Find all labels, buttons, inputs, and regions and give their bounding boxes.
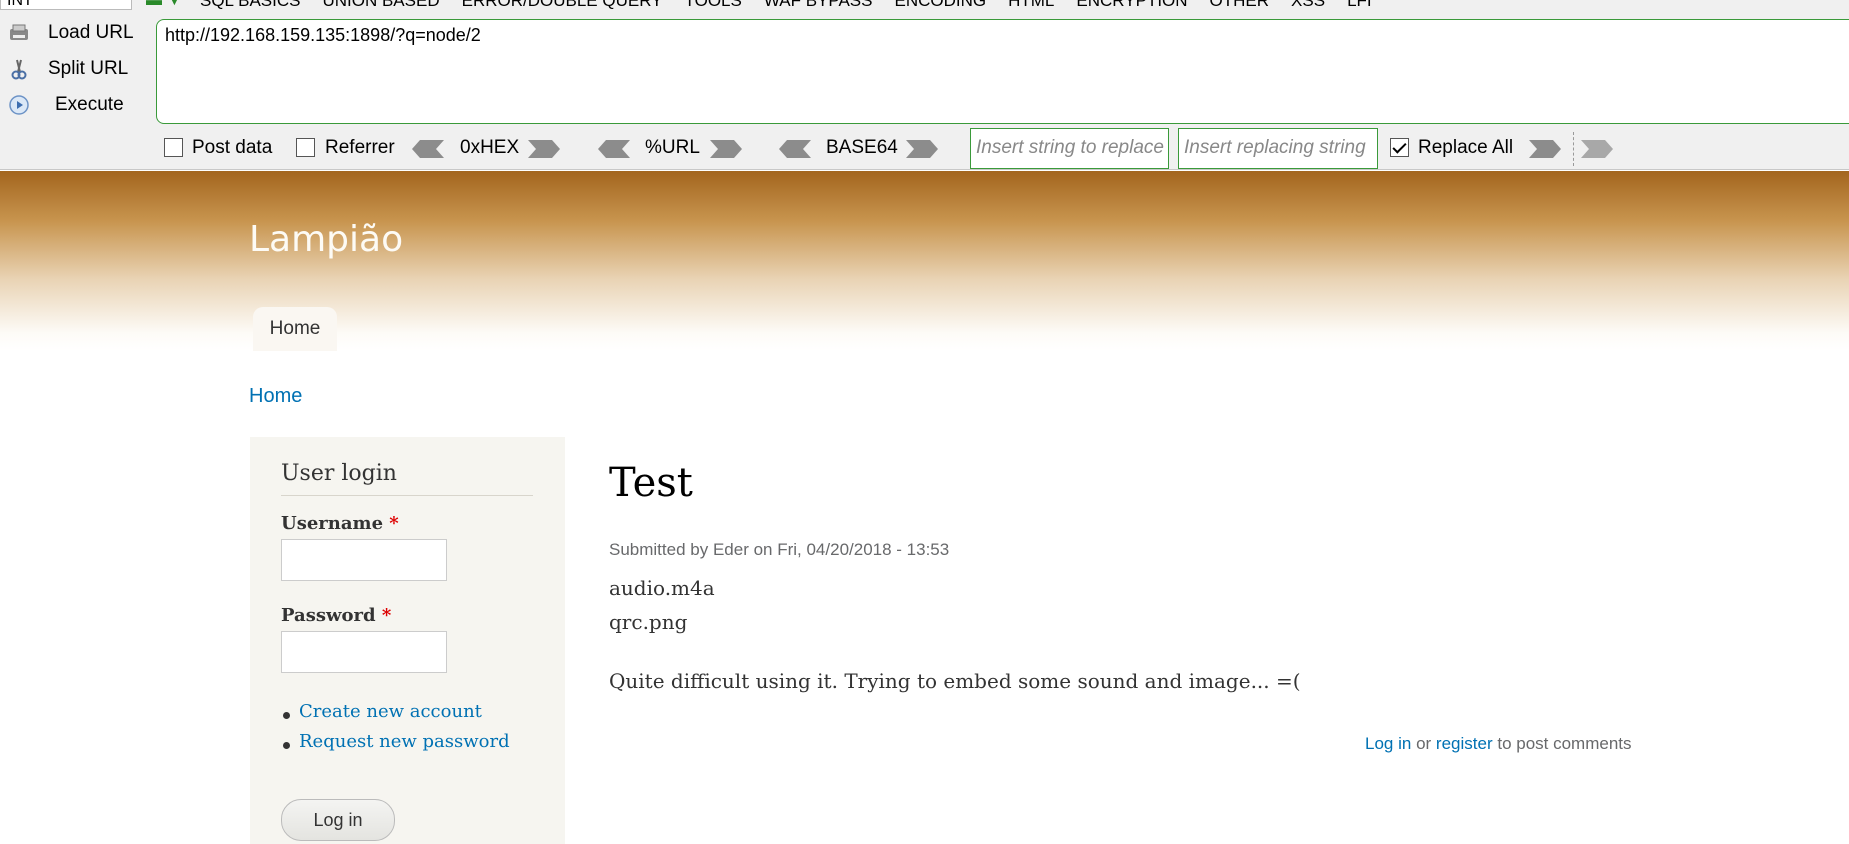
load-url-icon (8, 22, 30, 44)
scissors-icon (8, 58, 30, 80)
create-account-link[interactable]: Create new account (299, 701, 482, 722)
required-marker: * (389, 513, 399, 534)
split-url-button[interactable]: Split URL (0, 52, 150, 86)
user-login-block: User login Username * Password * Create … (250, 437, 565, 844)
referrer-checkbox[interactable] (296, 138, 315, 157)
url-textarea[interactable]: http://192.168.159.135:1898/?q=node/2 (156, 19, 1849, 124)
execute-button[interactable]: Execute (0, 88, 150, 122)
required-marker: * (381, 605, 392, 626)
up-down-arrows-icon[interactable]: ▬ ▼ (146, 0, 182, 10)
menu-union-based[interactable]: UNION BASED (322, 0, 439, 11)
password-label-text: Password (281, 605, 376, 626)
block-title-divider (281, 495, 533, 496)
replace-apply-arrow-icon[interactable] (1581, 140, 1613, 158)
username-label-text: Username (281, 513, 384, 534)
site-name[interactable]: Lampião (249, 219, 403, 260)
comment-login-prompt: Log in or register to post comments (1365, 734, 1632, 754)
menu-error-double-query[interactable]: ERROR/DOUBLE QUERY (462, 0, 663, 11)
base64-decode-arrow-icon[interactable] (779, 140, 811, 158)
base64-encode-arrow-icon[interactable] (906, 140, 938, 158)
url-encode-arrow-icon[interactable] (710, 140, 742, 158)
menu-sql-basics[interactable]: SQL BASICS (200, 0, 300, 11)
menu-waf-bypass[interactable]: WAF BYPASS (764, 0, 873, 11)
hackbar-menus: SQL BASICS UNION BASED ERROR/DOUBLE QUER… (200, 0, 1372, 11)
password-input[interactable] (281, 631, 447, 673)
post-data-label[interactable]: Post data (192, 137, 272, 159)
hackbar-menu-strip: INT ▬ ▼ SQL BASICS UNION BASED ERROR/DOU… (0, 0, 1849, 14)
referrer-label[interactable]: Referrer (325, 137, 395, 159)
node-body-text: Quite difficult using it. Trying to embe… (609, 669, 1301, 693)
attached-file-name: qrc.png (609, 610, 688, 634)
menu-xss[interactable]: XSS (1291, 0, 1325, 11)
node-submitted-meta: Submitted by Eder on Fri, 04/20/2018 - 1… (609, 540, 950, 559)
replace-all-checkbox[interactable] (1390, 138, 1409, 157)
comment-login-link[interactable]: Log in (1365, 734, 1411, 753)
attached-file-name: audio.m4a (609, 576, 715, 600)
injection-type-select[interactable]: INT (0, 0, 132, 10)
replace-forward-arrow-icon[interactable] (1529, 140, 1561, 158)
execute-label: Execute (55, 94, 124, 115)
menu-tools[interactable]: TOOLS (685, 0, 742, 11)
menu-encoding[interactable]: ENCODING (894, 0, 986, 11)
list-bullet (283, 712, 290, 719)
replace-all-label[interactable]: Replace All (1418, 137, 1513, 159)
load-url-button[interactable]: Load URL (0, 16, 150, 50)
split-url-label: Split URL (48, 58, 129, 79)
request-password-link[interactable]: Request new password (299, 731, 510, 752)
menu-lfi[interactable]: LFI (1347, 0, 1372, 11)
block-title: User login (281, 461, 397, 486)
breadcrumb-home-link[interactable]: Home (249, 385, 302, 408)
or-text: or (1416, 734, 1432, 753)
base64-label: BASE64 (826, 137, 898, 158)
register-link[interactable]: register (1436, 734, 1493, 753)
menu-other[interactable]: OTHER (1210, 0, 1270, 11)
hackbar-options-row: Post data Referrer 0xHEX %URL BASE64 Ins… (0, 128, 1849, 170)
menu-html[interactable]: HTML (1008, 0, 1054, 11)
post-comments-text: to post comments (1497, 734, 1632, 753)
toolbar-separator (1573, 132, 1574, 166)
replacing-string-input[interactable]: Insert replacing string (1178, 128, 1378, 169)
url-decode-arrow-icon[interactable] (598, 140, 630, 158)
hex-decode-arrow-icon[interactable] (412, 140, 444, 158)
username-label: Username * (281, 513, 399, 534)
replace-string-input[interactable]: Insert string to replace (970, 128, 1169, 169)
hex-label: 0xHEX (460, 137, 520, 158)
list-bullet (283, 742, 290, 749)
post-data-checkbox[interactable] (164, 138, 183, 157)
username-input[interactable] (281, 539, 447, 581)
play-icon (8, 94, 30, 116)
login-button[interactable]: Log in (281, 799, 395, 841)
menu-encryption[interactable]: ENCRYPTION (1076, 0, 1187, 11)
nav-tab-home[interactable]: Home (253, 307, 337, 351)
password-label: Password * (281, 605, 391, 626)
url-encode-label: %URL (645, 137, 700, 158)
hex-encode-arrow-icon[interactable] (528, 140, 560, 158)
node-title: Test (609, 460, 693, 506)
site-header: Lampião Home (0, 171, 1849, 351)
load-url-label: Load URL (48, 22, 134, 43)
hackbar-toolbar: INT ▬ ▼ SQL BASICS UNION BASED ERROR/DOU… (0, 0, 1849, 170)
